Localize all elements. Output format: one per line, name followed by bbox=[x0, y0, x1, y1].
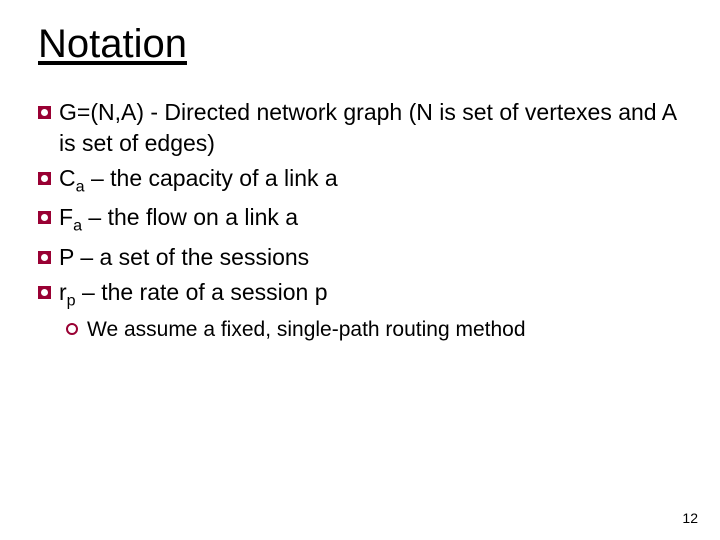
bullet-icon bbox=[38, 106, 51, 119]
list-item-text: rp – the rate of a session p bbox=[59, 277, 682, 312]
sub-list-item-text: We assume a fixed, single-path routing m… bbox=[87, 316, 682, 344]
bullet-icon bbox=[38, 172, 51, 185]
list-item: G=(N,A) - Directed network graph (N is s… bbox=[38, 97, 682, 159]
bullet-list: G=(N,A) - Directed network graph (N is s… bbox=[38, 97, 682, 344]
sub-bullet-icon bbox=[66, 323, 78, 335]
slide: Notation G=(N,A) - Directed network grap… bbox=[0, 0, 720, 344]
list-item-text: G=(N,A) - Directed network graph (N is s… bbox=[59, 97, 682, 159]
list-item-text: Fa – the flow on a link a bbox=[59, 202, 682, 237]
bullet-icon bbox=[38, 251, 51, 264]
list-item-text: P – a set of the sessions bbox=[59, 242, 682, 273]
bullet-icon bbox=[38, 211, 51, 224]
list-item: P – a set of the sessions bbox=[38, 242, 682, 273]
list-item-text: Ca – the capacity of a link a bbox=[59, 163, 682, 198]
list-item: Fa – the flow on a link a bbox=[38, 202, 682, 237]
list-item: Ca – the capacity of a link a bbox=[38, 163, 682, 198]
bullet-icon bbox=[38, 286, 51, 299]
slide-title: Notation bbox=[38, 22, 682, 67]
list-item: rp – the rate of a session p bbox=[38, 277, 682, 312]
page-number: 12 bbox=[682, 510, 698, 526]
sub-list-item: We assume a fixed, single-path routing m… bbox=[66, 316, 682, 344]
